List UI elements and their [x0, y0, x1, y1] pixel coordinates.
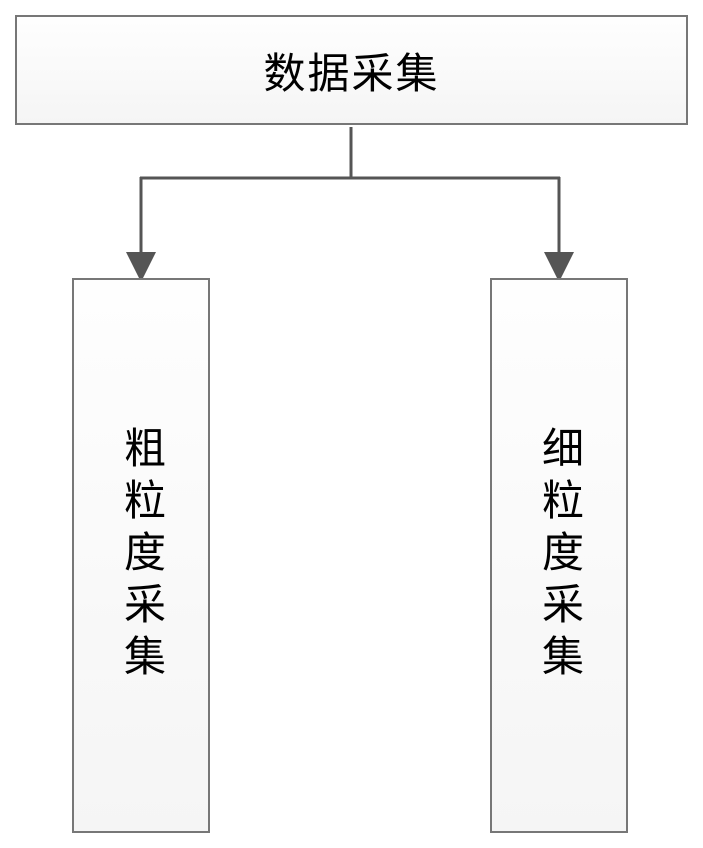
- root-node: 数据采集: [15, 15, 688, 125]
- child-node-fine: 细粒度采集: [490, 278, 628, 833]
- connector-lines: [0, 125, 703, 285]
- child-node-coarse: 粗粒度采集: [72, 278, 210, 833]
- root-label: 数据采集: [263, 40, 439, 101]
- child-label-coarse: 粗粒度采集: [111, 426, 172, 686]
- diagram-container: 数据采集 粗粒度采集 细粒度采集: [0, 0, 703, 848]
- child-label-fine: 细粒度采集: [529, 426, 590, 686]
